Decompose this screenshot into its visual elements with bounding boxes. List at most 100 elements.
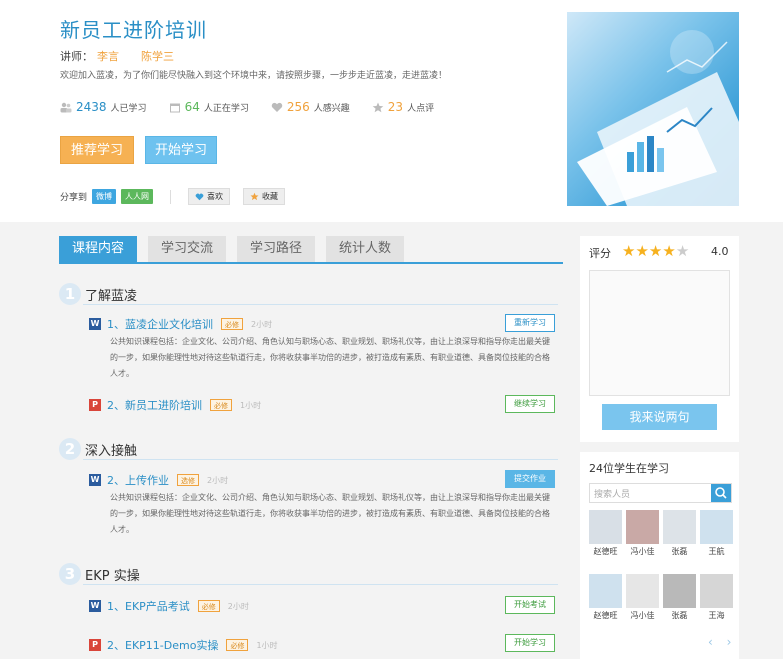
learners-panel: 24位学生在学习 搜索人员 赵德旺 冯小佳 张磊 王航 赵德旺 冯小佳 张磊 王… bbox=[580, 452, 739, 659]
course-main-panel: 课程内容 学习交流 学习路径 统计人数 1 了解蓝凌 W 1、蓝凌企业文化培训 … bbox=[59, 236, 563, 659]
recommend-button[interactable]: 推荐学习 bbox=[60, 136, 134, 164]
learner-item[interactable]: 王海 bbox=[700, 574, 733, 621]
learner-name: 赵德旺 bbox=[593, 611, 618, 620]
rating-panel: 评分 ★★★★★ 4.0 我来说两句 bbox=[580, 236, 739, 442]
section-rule bbox=[83, 304, 558, 305]
lecturer-line: 讲师： 李言 陈学三 bbox=[60, 48, 192, 64]
learner-item[interactable]: 张磊 bbox=[663, 510, 696, 557]
course-cover-image bbox=[567, 12, 739, 206]
learner-item[interactable]: 王航 bbox=[700, 510, 733, 557]
stat-number: 2438 bbox=[76, 100, 107, 114]
favorite-button[interactable]: 收藏 bbox=[243, 188, 286, 205]
section-number: 1 bbox=[59, 283, 81, 305]
search-icon bbox=[715, 487, 727, 499]
avatar[interactable] bbox=[700, 574, 733, 608]
avatar[interactable] bbox=[700, 510, 733, 544]
pager-arrows[interactable]: ‹ › bbox=[708, 635, 736, 649]
learner-name: 王海 bbox=[708, 611, 725, 620]
pdf-icon: P bbox=[89, 639, 101, 651]
share-weibo-button[interactable]: 微博 bbox=[92, 189, 117, 204]
lesson-description: 公共知识课程包括：企业文化、公司介绍、角色认知与职场心态、职业规划、职场礼仪等，… bbox=[110, 493, 550, 534]
star-icon[interactable]: ★ bbox=[676, 242, 689, 260]
start-learning-button[interactable]: 开始学习 bbox=[145, 136, 217, 164]
word-doc-icon: W bbox=[89, 318, 101, 330]
share-renren-button[interactable]: 人人网 bbox=[121, 189, 154, 204]
star-icon bbox=[250, 192, 259, 201]
continue-learning-button[interactable]: 继续学习 bbox=[505, 395, 555, 413]
avatar[interactable] bbox=[626, 574, 659, 608]
submit-homework-button[interactable]: 提交作业 bbox=[505, 470, 555, 488]
elective-tag: 选修 bbox=[177, 474, 199, 486]
search-button[interactable] bbox=[711, 484, 731, 502]
learner-item[interactable]: 赵德旺 bbox=[589, 574, 622, 621]
stat-number: 64 bbox=[184, 100, 200, 114]
comment-button[interactable]: 我来说两句 bbox=[602, 404, 717, 430]
favorite-label: 收藏 bbox=[262, 192, 279, 201]
lecturer-label: 讲师： bbox=[60, 50, 93, 63]
stat-learned: 2438 人已学习 bbox=[60, 100, 147, 114]
required-tag: 必修 bbox=[197, 600, 220, 612]
start-learning-lesson-button[interactable]: 开始学习 bbox=[505, 634, 555, 652]
learner-item[interactable]: 冯小佳 bbox=[626, 510, 659, 557]
lesson-duration: 2小时 bbox=[227, 601, 249, 611]
star-icon[interactable]: ★ bbox=[635, 242, 648, 260]
share-bar: 分享到 微博 人人网 喜欢 收藏 bbox=[60, 188, 286, 205]
avatar[interactable] bbox=[589, 510, 622, 544]
lesson-name[interactable]: 2、新员工进阶培训 bbox=[107, 397, 202, 413]
tab-discussion[interactable]: 学习交流 bbox=[148, 236, 226, 262]
lesson-name[interactable]: 1、蓝凌企业文化培训 bbox=[107, 316, 213, 332]
course-stats: 2438 人已学习 64 人正在学习 256 人感兴趣 23 人点评 bbox=[60, 100, 434, 114]
lesson-name[interactable]: 1、EKP产品考试 bbox=[107, 598, 190, 614]
rating-stars[interactable]: ★★★★★ bbox=[622, 242, 689, 260]
like-label: 喜欢 bbox=[207, 192, 224, 201]
learners-title: 24位学生在学习 bbox=[589, 462, 669, 475]
start-exam-button[interactable]: 开始考试 bbox=[505, 596, 555, 614]
stat-learning: 64 人正在学习 bbox=[169, 100, 249, 114]
learner-item[interactable]: 赵德旺 bbox=[589, 510, 622, 557]
avatar[interactable] bbox=[589, 574, 622, 608]
course-header: 新员工进阶培训 讲师： 李言 陈学三 欢迎加入蓝凌，为了你们能尽快融入到这个环境中来… bbox=[0, 0, 783, 222]
star-icon[interactable]: ★ bbox=[662, 242, 675, 260]
lesson-item[interactable]: W 1、EKP产品考试 必修 2小时 bbox=[89, 598, 249, 614]
star-icon[interactable]: ★ bbox=[622, 242, 635, 260]
learner-item[interactable]: 冯小佳 bbox=[626, 574, 659, 621]
search-input[interactable]: 搜索人员 bbox=[589, 483, 732, 503]
section-title: 深入接触 bbox=[85, 443, 138, 459]
stat-number: 256 bbox=[286, 100, 310, 114]
lesson-item[interactable]: P 2、EKP11-Demo实操 必修 1小时 bbox=[89, 637, 278, 653]
word-doc-icon: W bbox=[89, 474, 101, 486]
section-rule bbox=[83, 584, 558, 585]
stat-label: 人已学习 bbox=[110, 103, 147, 114]
tab-statistics[interactable]: 统计人数 bbox=[326, 236, 404, 262]
stat-interested: 256 人感兴趣 bbox=[271, 100, 350, 114]
lecturer-link[interactable]: 李言 bbox=[97, 50, 119, 63]
stat-label: 人点评 bbox=[407, 103, 435, 114]
section-rule bbox=[83, 459, 558, 460]
section-header: 1 了解蓝凌 bbox=[59, 282, 137, 306]
lesson-item[interactable]: W 2、上传作业 选修 2小时 bbox=[89, 472, 228, 488]
pdf-icon: P bbox=[89, 399, 101, 411]
relearn-button[interactable]: 重新学习 bbox=[505, 314, 555, 332]
lesson-duration: 2小时 bbox=[251, 319, 273, 329]
avatar[interactable] bbox=[626, 510, 659, 544]
tab-learning-path[interactable]: 学习路径 bbox=[237, 236, 315, 262]
lesson-item[interactable]: W 1、蓝凌企业文化培训 必修 2小时 bbox=[89, 316, 272, 332]
lesson-name[interactable]: 2、上传作业 bbox=[107, 472, 169, 488]
like-button[interactable]: 喜欢 bbox=[188, 188, 231, 205]
avatar[interactable] bbox=[663, 574, 696, 608]
course-title: 新员工进阶培训 bbox=[60, 18, 207, 42]
star-icon[interactable]: ★ bbox=[649, 242, 662, 260]
learner-name: 冯小佳 bbox=[630, 611, 655, 620]
lesson-name[interactable]: 2、EKP11-Demo实操 bbox=[107, 637, 218, 653]
tab-course-content[interactable]: 课程内容 bbox=[59, 236, 137, 262]
avatar[interactable] bbox=[663, 510, 696, 544]
stat-label: 人正在学习 bbox=[203, 103, 249, 114]
comment-textarea[interactable] bbox=[589, 270, 730, 396]
required-tag: 必修 bbox=[221, 318, 243, 330]
learner-item[interactable]: 张磊 bbox=[663, 574, 696, 621]
learner-name: 张磊 bbox=[671, 611, 688, 620]
lesson-item[interactable]: P 2、新员工进阶培训 必修 1小时 bbox=[89, 397, 261, 413]
section-number: 2 bbox=[59, 438, 81, 460]
section-title: 了解蓝凌 bbox=[85, 288, 138, 304]
lecturer-link[interactable]: 陈学三 bbox=[141, 50, 174, 63]
